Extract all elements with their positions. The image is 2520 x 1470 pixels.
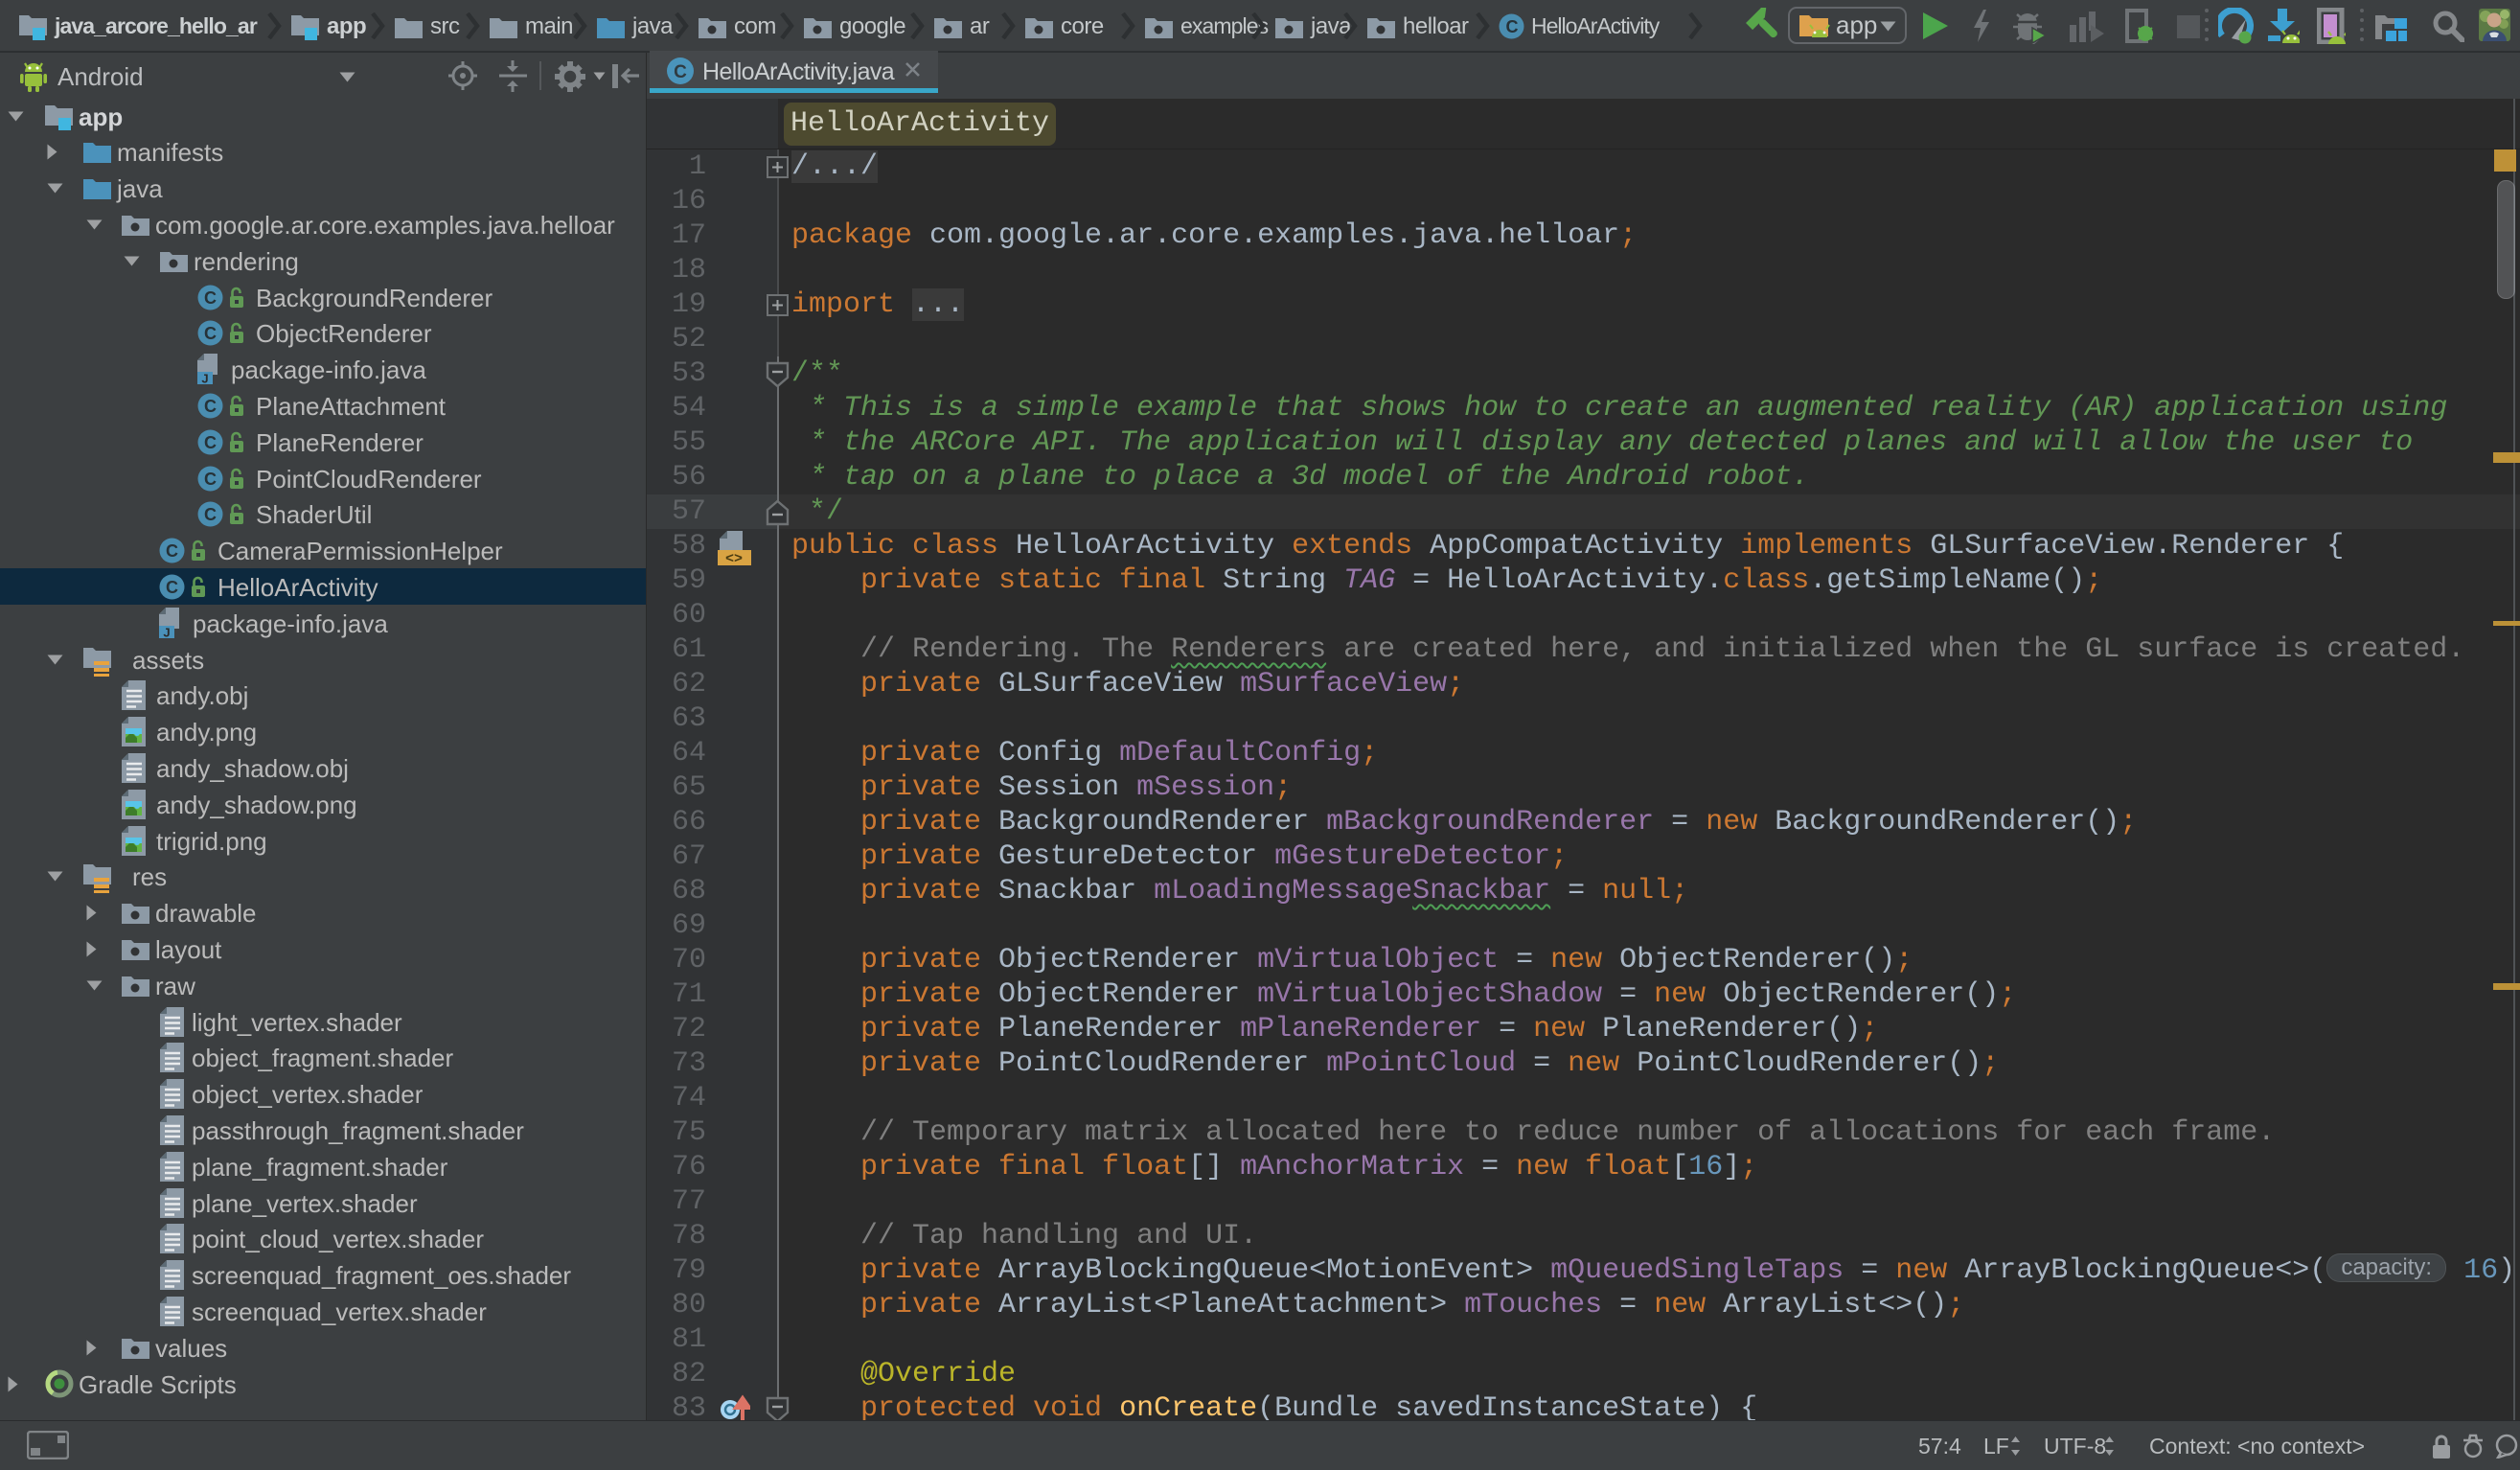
svg-text:C: C [166,541,178,561]
svg-text:C: C [166,578,178,597]
svg-text:C: C [204,324,217,343]
svg-text:J: J [163,626,170,640]
svg-text:J: J [201,372,208,386]
svg-text:C: C [1506,17,1519,36]
svg-text:C: C [204,505,217,524]
svg-text:C: C [674,62,687,82]
svg-text:C: C [204,433,217,452]
svg-text:C: C [204,397,217,416]
svg-text:C: C [204,288,217,308]
svg-text:C: C [204,470,217,489]
svg-text:<>: <> [725,551,743,567]
